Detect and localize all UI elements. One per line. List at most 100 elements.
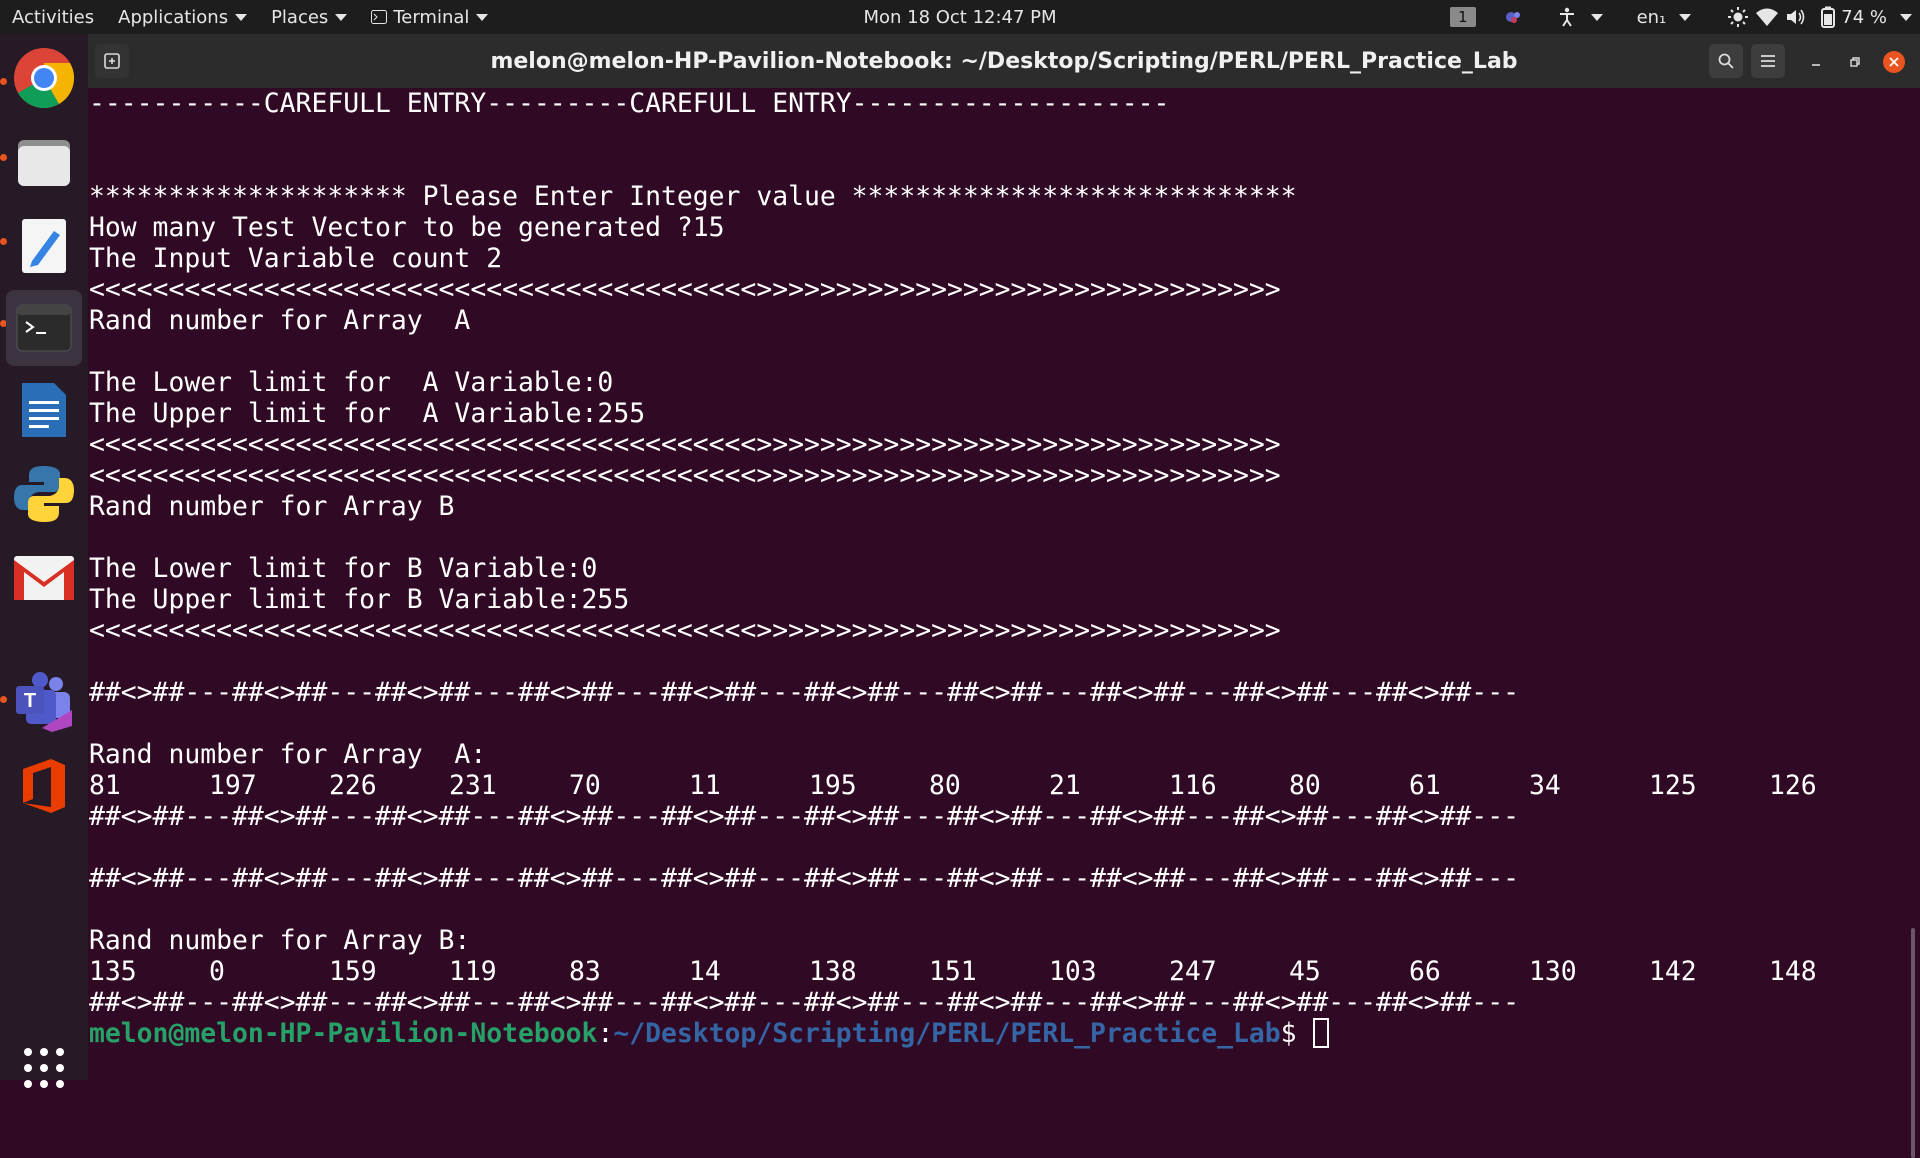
array-a-value: 226	[329, 770, 377, 801]
new-tab-icon	[104, 53, 120, 69]
python-logo	[14, 466, 74, 522]
array-a-value: 61	[1409, 770, 1441, 801]
files-icon[interactable]	[6, 124, 82, 200]
terminal-line: <<<<<<<<<<<<<<<<<<<<<<<<<<<<<<<<<<<<<<<<…	[89, 429, 1281, 460]
array-b-value: 66	[1409, 956, 1441, 987]
chevron-down-icon	[235, 13, 248, 21]
terminal-app-menu[interactable]: Terminal	[359, 0, 500, 34]
shell-prompt[interactable]: melon@melon-HP-Pavilion-Notebook:~/Deskt…	[89, 1018, 1920, 1049]
terminal-line: <<<<<<<<<<<<<<<<<<<<<<<<<<<<<<<<<<<<<<<<…	[89, 274, 1281, 305]
terminal-line: ##<>##---##<>##---##<>##---##<>##---##<>…	[89, 863, 1519, 894]
volume-icon[interactable]	[1785, 7, 1807, 27]
applications-label: Applications	[118, 6, 229, 28]
system-tray: 1 en₁ 74 %	[1450, 0, 1912, 34]
array-b-values: 135 0 159 119 83 14 138 151 103 247 45 6…	[89, 956, 1920, 987]
array-b-value: 130	[1529, 956, 1577, 987]
new-tab-button[interactable]	[95, 44, 129, 78]
search-icon	[1718, 53, 1734, 69]
gmail-logo	[14, 556, 74, 600]
workspace-indicator[interactable]: 1	[1450, 7, 1476, 27]
top-bar: Activities Applications Places Terminal …	[0, 0, 1920, 34]
hamburger-icon	[1761, 55, 1775, 67]
app-grid-icon	[24, 1048, 64, 1088]
teams-icon[interactable]: T	[6, 664, 82, 740]
terminal-logo	[16, 304, 72, 352]
menu-button[interactable]	[1751, 44, 1785, 78]
text-editor-icon[interactable]	[6, 208, 82, 284]
libreoffice-writer-icon[interactable]	[6, 372, 82, 448]
terminal-line: <<<<<<<<<<<<<<<<<<<<<<<<<<<<<<<<<<<<<<<<…	[89, 615, 1281, 646]
close-button[interactable]	[1883, 51, 1905, 73]
array-b-value: 119	[449, 956, 497, 987]
terminal-line: The Upper limit for B Variable:255	[89, 584, 630, 615]
python-icon[interactable]	[6, 456, 82, 532]
terminal-line: The Lower limit for A Variable:0	[89, 367, 614, 398]
prompt-path: ~/Desktop/Scripting/PERL/PERL_Practice_L…	[613, 1018, 1281, 1049]
language-indicator[interactable]: en₁	[1637, 7, 1667, 28]
applications-menu[interactable]: Applications	[106, 0, 259, 34]
office-logo	[23, 759, 65, 813]
places-menu[interactable]: Places	[259, 0, 359, 34]
clock-button[interactable]: Mon 18 Oct 12:47 PM	[863, 0, 1056, 34]
array-a-value: 116	[1169, 770, 1217, 801]
activities-button[interactable]: Activities	[0, 0, 106, 34]
array-a-value: 126	[1769, 770, 1817, 801]
battery-percent[interactable]: 74 %	[1841, 7, 1887, 28]
show-apps-icon[interactable]	[6, 1030, 82, 1106]
terminal-menu-label: Terminal	[393, 6, 470, 28]
scrollbar[interactable]	[1911, 928, 1915, 1158]
array-b-value: 138	[809, 956, 857, 987]
battery-icon[interactable]	[1821, 6, 1836, 28]
terminal-line: Rand number for Array A	[89, 305, 471, 336]
folder-icon	[18, 140, 70, 186]
array-a-value: 197	[209, 770, 257, 801]
chevron-down-icon	[335, 13, 348, 21]
text-cursor	[1312, 1018, 1329, 1048]
language-chevron-down-icon[interactable]	[1679, 13, 1692, 21]
terminal-line: ##<>##---##<>##---##<>##---##<>##---##<>…	[89, 801, 1519, 832]
chrome-icon[interactable]	[6, 40, 82, 116]
search-button[interactable]	[1709, 44, 1743, 78]
minimize-button[interactable]	[1805, 51, 1827, 73]
array-b-value: 103	[1049, 956, 1097, 987]
array-a-value: 11	[689, 770, 721, 801]
terminal-small-icon	[371, 10, 388, 24]
gmail-icon[interactable]	[6, 540, 82, 616]
terminal-header-bar[interactable]: melon@melon-HP-Pavilion-Notebook: ~/Desk…	[88, 34, 1920, 88]
brightness-icon[interactable]	[1727, 6, 1749, 28]
terminal-line: Rand number for Array B	[89, 491, 455, 522]
terminal-output[interactable]: -----------CAREFULL ENTRY---------CAREFU…	[88, 88, 1920, 1158]
accessibility-chevron-down-icon[interactable]	[1590, 13, 1603, 21]
svg-text:T: T	[24, 690, 36, 712]
array-a-value: 34	[1529, 770, 1561, 801]
array-b-value: 151	[929, 956, 977, 987]
array-a-value: 81	[89, 770, 121, 801]
accessibility-icon[interactable]	[1556, 6, 1578, 28]
clock-label: Mon 18 Oct 12:47 PM	[863, 6, 1057, 28]
wifi-icon[interactable]	[1755, 7, 1779, 27]
prompt-colon: :	[597, 1018, 614, 1049]
office-icon[interactable]	[6, 748, 82, 824]
array-b-value: 45	[1289, 956, 1321, 987]
array-b-value: 159	[329, 956, 377, 987]
terminal-line: ******************** Please Enter Intege…	[89, 181, 1297, 212]
array-b-value: 14	[689, 956, 721, 987]
terminal-line: The Upper limit for A Variable:255	[89, 398, 646, 429]
terminal-line: Rand number for Array A:	[89, 739, 487, 770]
terminal-line: -----------CAREFULL ENTRY---------CAREFU…	[89, 88, 1170, 119]
maximize-button[interactable]	[1844, 51, 1866, 73]
array-b-value: 0	[209, 956, 225, 987]
teams-tray-icon[interactable]	[1502, 6, 1524, 28]
array-a-value: 80	[929, 770, 961, 801]
prompt-user-host: melon@melon-HP-Pavilion-Notebook	[89, 1018, 598, 1049]
writer-logo	[22, 383, 66, 437]
system-menu-chevron-down-icon[interactable]	[1900, 13, 1912, 21]
chevron-down-icon	[476, 13, 489, 21]
activities-label: Activities	[12, 6, 95, 28]
terminal-line: The Input Variable count 2	[89, 243, 503, 274]
terminal-icon[interactable]	[6, 290, 82, 366]
